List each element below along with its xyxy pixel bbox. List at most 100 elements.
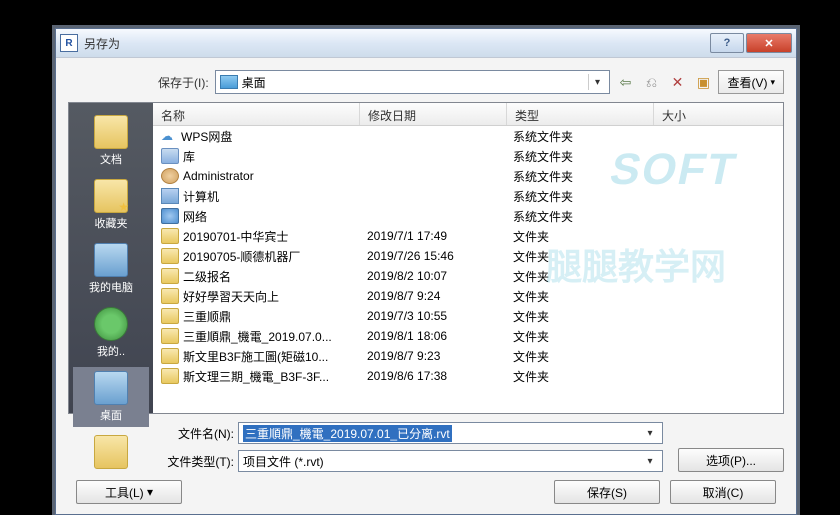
- folder-icon: [161, 268, 179, 284]
- file-name: 斯文里B3F施工圖(矩磁10...: [183, 348, 328, 365]
- net-icon: [161, 208, 179, 224]
- sidebar-item-0[interactable]: 文档: [73, 111, 149, 171]
- file-type: 系统文件夹: [505, 148, 651, 165]
- back-icon[interactable]: ⇦: [616, 73, 634, 91]
- column-name[interactable]: 名称: [153, 103, 360, 125]
- sidebar-item-label: 我的..: [73, 343, 149, 359]
- file-row[interactable]: 库 系统文件夹: [153, 146, 783, 166]
- file-row[interactable]: 20190701-中华宾士 2019/7/1 17:49文件夹: [153, 226, 783, 246]
- file-row[interactable]: Administrator系统文件夹: [153, 166, 783, 186]
- location-value: 桌面: [242, 74, 266, 91]
- file-type: 文件夹: [505, 308, 651, 325]
- file-modified: 2019/7/1 17:49: [359, 229, 505, 243]
- file-modified: 2019/8/1 18:06: [359, 329, 505, 343]
- computer-icon: [94, 243, 128, 277]
- sidebar-item-label: 收藏夹: [73, 215, 149, 231]
- globe-icon: [94, 307, 128, 341]
- file-modified: 2019/8/6 17:38: [359, 369, 505, 383]
- lib-icon: [161, 148, 179, 164]
- filetype-label: 文件类型(T):: [164, 453, 234, 470]
- tools-button[interactable]: 工具(L) ▾: [76, 480, 182, 504]
- view-menu-button[interactable]: 查看(V): [718, 70, 784, 94]
- up-icon[interactable]: ⎌: [642, 73, 660, 91]
- location-dropdown[interactable]: 桌面: [215, 70, 611, 94]
- file-type: 系统文件夹: [505, 128, 651, 145]
- titlebar[interactable]: R 另存为 ? ✕: [56, 29, 796, 58]
- sidebar-item-label: 我的电脑: [73, 279, 149, 295]
- places-sidebar: 文档收藏夹我的电脑我的..桌面: [69, 103, 153, 413]
- filename-label: 文件名(N):: [164, 425, 234, 442]
- file-modified: 2019/8/2 10:07: [359, 269, 505, 283]
- options-button[interactable]: 选项(P)...: [678, 448, 784, 472]
- folder-icon: [161, 308, 179, 324]
- file-name: 20190701-中华宾士: [183, 228, 288, 245]
- file-type: 文件夹: [505, 228, 651, 245]
- file-name: 斯文理三期_機電_B3F-3F...: [183, 368, 329, 385]
- save-button[interactable]: 保存(S): [554, 480, 660, 504]
- file-row[interactable]: 斯文理三期_機電_B3F-3F... 2019/8/6 17:38文件夹: [153, 366, 783, 386]
- folder-icon: [161, 328, 179, 344]
- help-button[interactable]: ?: [710, 33, 744, 53]
- save-as-dialog: R 另存为 ? ✕ SOFT 腿腿教学网 保存于(I): 桌面 ⇦ ⎌ ✕ ▣ …: [55, 28, 797, 515]
- column-size[interactable]: 大小: [654, 103, 783, 125]
- file-name: 计算机: [183, 188, 219, 205]
- file-row[interactable]: 三重順鼎_機電_2019.07.0... 2019/8/1 18:06文件夹: [153, 326, 783, 346]
- file-row[interactable]: 计算机 系统文件夹: [153, 186, 783, 206]
- file-row[interactable]: 二级报名2019/8/2 10:07文件夹: [153, 266, 783, 286]
- folder-icon: [161, 248, 179, 264]
- file-row[interactable]: 好好學習天天向上 2019/8/7 9:24文件夹: [153, 286, 783, 306]
- folder-icon: [94, 115, 128, 149]
- file-name: 好好學習天天向上: [183, 288, 279, 305]
- file-type: 文件夹: [505, 288, 651, 305]
- file-modified: 2019/7/3 10:55: [359, 309, 505, 323]
- file-type: 文件夹: [505, 348, 651, 365]
- file-type: 系统文件夹: [505, 188, 651, 205]
- close-button[interactable]: ✕: [746, 33, 792, 53]
- filename-value: 三重順鼎_機電_2019.07.01_已分离.rvt: [243, 425, 452, 442]
- cancel-button[interactable]: 取消(C): [670, 480, 776, 504]
- file-name: 库: [183, 148, 195, 165]
- save-in-label: 保存于(I):: [158, 74, 209, 91]
- file-name: 三重順鼎_機電_2019.07.0...: [183, 328, 332, 345]
- file-type: 系统文件夹: [505, 208, 651, 225]
- chevron-down-icon[interactable]: [642, 425, 658, 441]
- file-row[interactable]: 斯文里B3F施工圖(矩磁10... 2019/8/7 9:23文件夹: [153, 346, 783, 366]
- folder-icon: [161, 288, 179, 304]
- file-list: 名称 修改日期 类型 大小 ☁WPS网盘系统文件夹库系统文件夹Administr…: [153, 103, 783, 413]
- column-type[interactable]: 类型: [507, 103, 654, 125]
- file-modified: 2019/8/7 9:24: [359, 289, 505, 303]
- file-type: 系统文件夹: [505, 168, 651, 185]
- file-row[interactable]: 三重顺鼎2019/7/3 10:55文件夹: [153, 306, 783, 326]
- file-row[interactable]: ☁WPS网盘系统文件夹: [153, 126, 783, 146]
- file-name: 二级报名: [183, 268, 231, 285]
- folder-icon: [161, 348, 179, 364]
- file-type: 文件夹: [505, 248, 651, 265]
- file-row[interactable]: 20190705-顺德机器厂2019/7/26 15:46文件夹: [153, 246, 783, 266]
- chevron-down-icon[interactable]: [588, 74, 605, 90]
- filetype-select[interactable]: 项目文件 (*.rvt): [238, 450, 663, 472]
- app-icon: R: [60, 34, 78, 52]
- chevron-down-icon[interactable]: [642, 453, 658, 469]
- computer-icon: [94, 371, 128, 405]
- dialog-body: SOFT 腿腿教学网 保存于(I): 桌面 ⇦ ⎌ ✕ ▣ 查看(V) 文档收藏…: [56, 58, 796, 514]
- column-modified[interactable]: 修改日期: [360, 103, 507, 125]
- user-icon: [161, 168, 179, 184]
- filename-input[interactable]: 三重順鼎_機電_2019.07.01_已分离.rvt: [238, 422, 663, 444]
- file-type: 文件夹: [505, 328, 651, 345]
- sidebar-item-2[interactable]: 我的电脑: [73, 239, 149, 299]
- delete-icon[interactable]: ✕: [668, 73, 686, 91]
- file-name: WPS网盘: [181, 128, 232, 145]
- file-modified: 2019/7/26 15:46: [359, 249, 505, 263]
- desktop-icon: [220, 75, 238, 89]
- filetype-value: 项目文件 (*.rvt): [243, 453, 324, 470]
- sidebar-item-1[interactable]: 收藏夹: [73, 175, 149, 235]
- file-type: 文件夹: [505, 368, 651, 385]
- window-title: 另存为: [84, 35, 710, 52]
- sidebar-item-3[interactable]: 我的..: [73, 303, 149, 363]
- file-row[interactable]: 网络 系统文件夹: [153, 206, 783, 226]
- file-name: 网络: [183, 208, 207, 225]
- folder-icon: [161, 368, 179, 384]
- file-modified: 2019/8/7 9:23: [359, 349, 505, 363]
- new-folder-icon[interactable]: ▣: [694, 73, 712, 91]
- pc-icon: [161, 188, 179, 204]
